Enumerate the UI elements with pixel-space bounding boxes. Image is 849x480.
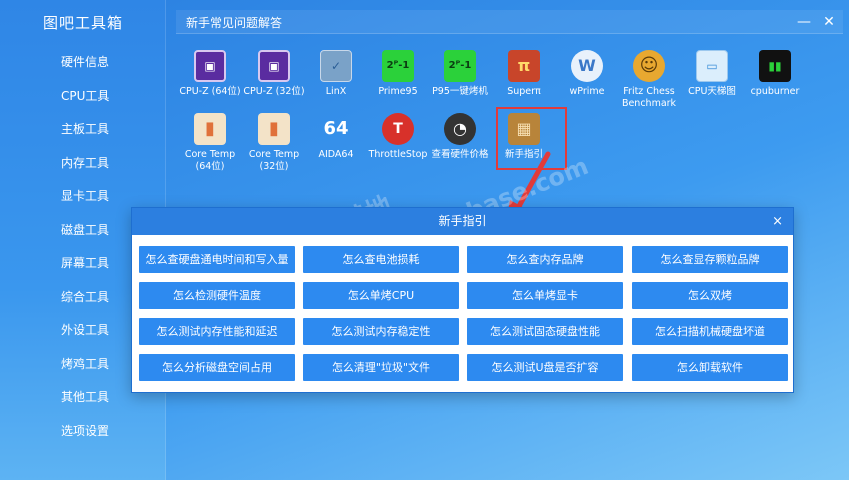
tool-label: ThrottleStop: [368, 149, 428, 160]
tool-label: Core Temp (64位): [184, 149, 236, 172]
question-button[interactable]: 怎么双烤: [632, 282, 788, 309]
question-button[interactable]: 怎么查硬盘通电时间和写入量: [139, 246, 295, 273]
question-button[interactable]: 怎么测试内存稳定性: [303, 318, 459, 345]
highlight-box: [496, 107, 567, 170]
sidebar-item-motherboard-tools[interactable]: 主板工具: [0, 114, 166, 144]
tool-cpuburner[interactable]: ▮▮ cpuburner: [743, 50, 807, 98]
cpuburner-icon: ▮▮: [759, 50, 791, 82]
prime95-icon: 2ᴾ-1: [444, 50, 476, 82]
tool-aida64[interactable]: 64 AIDA64: [304, 113, 368, 161]
tool-label: cpuburner: [750, 86, 800, 97]
sidebar-item-cpu-tools[interactable]: CPU工具: [0, 81, 166, 111]
cpu-z-icon: ▣: [258, 50, 290, 82]
tool-prime95[interactable]: 2ᴾ-1 Prime95: [366, 50, 430, 98]
question-button[interactable]: 怎么清理"垃圾"文件: [303, 354, 459, 381]
question-button[interactable]: 怎么分析磁盘空间占用: [139, 354, 295, 381]
page-title: 新手常见问题解答: [186, 16, 283, 30]
dialog-header: 新手指引 ×: [132, 208, 793, 235]
tool-label: Core Temp (32位): [248, 149, 300, 172]
tool-label: CPU-Z (64位): [179, 86, 241, 97]
thermometer-icon: ▮: [258, 113, 290, 145]
tool-label: CPU天梯图: [688, 86, 736, 97]
tool-coretemp-64[interactable]: ▮ Core Temp (64位): [178, 113, 242, 173]
wprime-icon: W: [571, 50, 603, 82]
question-button[interactable]: 怎么扫描机械硬盘坏道: [632, 318, 788, 345]
question-button[interactable]: 怎么测试内存性能和延迟: [139, 318, 295, 345]
cpu-z-icon: ▣: [194, 50, 226, 82]
tool-label: P95一键烤机: [432, 86, 488, 97]
prime95-icon: 2ᴾ-1: [382, 50, 414, 82]
question-button[interactable]: 怎么测试U盘是否扩容: [467, 354, 623, 381]
tool-label: CPU-Z (32位): [243, 86, 305, 97]
fritz-icon: ☺: [633, 50, 665, 82]
tool-cpuz-64[interactable]: ▣ CPU-Z (64位): [178, 50, 242, 98]
thermometer-icon: ▮: [194, 113, 226, 145]
close-button[interactable]: ✕: [819, 12, 839, 32]
throttlestop-icon: T: [382, 113, 414, 145]
aida64-icon: 64: [323, 118, 349, 139]
sidebar-item-memory-tools[interactable]: 内存工具: [0, 148, 166, 178]
question-button[interactable]: 怎么查电池损耗: [303, 246, 459, 273]
question-button[interactable]: 怎么卸载软件: [632, 354, 788, 381]
tool-superpi[interactable]: π Superπ: [492, 50, 556, 98]
tool-label: Prime95: [378, 86, 418, 97]
tool-label: Fritz Chess Benchmark: [621, 86, 677, 109]
superpi-icon: π: [508, 50, 540, 82]
tool-fritz-chess[interactable]: ☺ Fritz Chess Benchmark: [617, 50, 681, 110]
tool-coretemp-32[interactable]: ▮ Core Temp (32位): [242, 113, 306, 173]
minimize-button[interactable]: —: [794, 12, 814, 32]
checkbox-icon: ✓: [320, 50, 352, 82]
question-button[interactable]: 怎么单烤显卡: [467, 282, 623, 309]
tool-linx[interactable]: ✓ LinX: [304, 50, 368, 98]
tool-throttlestop[interactable]: T ThrottleStop: [366, 113, 430, 161]
title-bar: 新手常见问题解答 — ✕: [176, 10, 843, 34]
question-button[interactable]: 怎么测试固态硬盘性能: [467, 318, 623, 345]
sidebar-item-settings[interactable]: 选项设置: [0, 416, 166, 446]
question-button[interactable]: 怎么查内存品牌: [467, 246, 623, 273]
tool-label: LinX: [325, 86, 347, 97]
tool-label: Superπ: [507, 86, 541, 97]
image-icon: ▭: [696, 50, 728, 82]
dialog-title: 新手指引: [438, 214, 487, 228]
question-button[interactable]: 怎么查显存颗粒品牌: [632, 246, 788, 273]
tool-label: AIDA64: [318, 149, 354, 160]
sidebar-item-hardware-info[interactable]: 硬件信息: [0, 47, 166, 77]
beginner-guide-dialog: 新手指引 × 怎么查硬盘通电时间和写入量 怎么查电池损耗 怎么查内存品牌 怎么查…: [131, 207, 794, 393]
tool-cpu-ladder[interactable]: ▭ CPU天梯图: [680, 50, 744, 98]
question-button[interactable]: 怎么检测硬件温度: [139, 282, 295, 309]
app-title: 图吧工具箱: [42, 14, 123, 32]
tool-wprime[interactable]: W wPrime: [555, 50, 619, 98]
question-button[interactable]: 怎么单烤CPU: [303, 282, 459, 309]
dialog-close-button[interactable]: ×: [772, 208, 783, 235]
tool-hardware-price[interactable]: ◔ 查看硬件价格: [428, 113, 492, 161]
tool-label: wPrime: [569, 86, 605, 97]
tool-p95-oneclick[interactable]: 2ᴾ-1 P95一键烤机: [428, 50, 492, 98]
tool-label: 查看硬件价格: [431, 149, 489, 160]
tool-cpuz-32[interactable]: ▣ CPU-Z (32位): [242, 50, 306, 98]
gauge-icon: ◔: [444, 113, 476, 145]
